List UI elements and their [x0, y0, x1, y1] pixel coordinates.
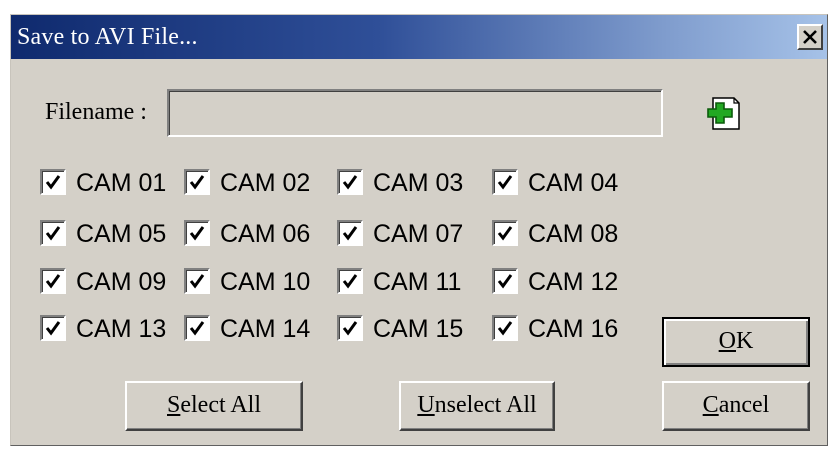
checkmark-icon — [189, 274, 205, 289]
plus-icon — [707, 97, 740, 130]
checkmark-icon — [497, 175, 513, 190]
checkbox[interactable] — [40, 315, 66, 341]
unselect-all-mnemonic: U — [417, 392, 435, 418]
camera-label: CAM 04 — [528, 169, 619, 197]
camera-label: CAM 03 — [373, 169, 464, 197]
camera-label: CAM 07 — [373, 220, 464, 248]
camera-label: CAM 06 — [220, 220, 311, 248]
camera-label: CAM 14 — [220, 315, 311, 343]
checkbox[interactable] — [492, 169, 518, 195]
checkmark-icon — [45, 226, 61, 241]
checkbox[interactable] — [40, 268, 66, 294]
checkbox[interactable] — [184, 169, 210, 195]
checkmark-icon — [189, 321, 205, 336]
camera-label: CAM 08 — [528, 220, 619, 248]
checkbox[interactable] — [492, 268, 518, 294]
checkbox[interactable] — [184, 268, 210, 294]
cancel-mnemonic: C — [702, 392, 719, 418]
checkmark-icon — [45, 321, 61, 336]
camera-label: CAM 15 — [373, 315, 464, 343]
checkmark-icon — [342, 274, 358, 289]
cancel-label: ancel — [718, 392, 770, 418]
checkbox[interactable] — [492, 220, 518, 246]
camera-label: CAM 12 — [528, 268, 619, 296]
checkbox[interactable] — [184, 220, 210, 246]
add-file-button[interactable] — [703, 95, 743, 131]
checkmark-icon — [189, 226, 205, 241]
select-all-mnemonic: S — [167, 392, 181, 418]
filename-input[interactable] — [167, 89, 663, 137]
camera-label: CAM 02 — [220, 169, 311, 197]
checkbox[interactable] — [492, 315, 518, 341]
checkmark-icon — [45, 175, 61, 190]
checkbox[interactable] — [40, 220, 66, 246]
unselect-all-button[interactable]: Unselect All — [399, 381, 555, 431]
checkbox[interactable] — [337, 268, 363, 294]
checkmark-icon — [45, 274, 61, 289]
checkmark-icon — [342, 175, 358, 190]
checkmark-icon — [497, 321, 513, 336]
title-bar[interactable]: Save to AVI File... — [11, 15, 827, 59]
checkbox[interactable] — [337, 315, 363, 341]
select-all-button[interactable]: Select All — [125, 381, 303, 431]
save-avi-dialog: Save to AVI File... Filename : CAM 01 CAM… — [10, 14, 828, 446]
checkbox[interactable] — [40, 169, 66, 195]
cancel-button[interactable]: Cancel — [662, 381, 810, 431]
filename-label: Filename : — [45, 99, 147, 125]
window-title: Save to AVI File... — [17, 24, 198, 50]
camera-label: CAM 13 — [76, 315, 167, 343]
checkmark-icon — [342, 321, 358, 336]
ok-mnemonic: O — [718, 328, 736, 354]
camera-label: CAM 16 — [528, 315, 619, 343]
checkbox[interactable] — [184, 315, 210, 341]
close-icon[interactable] — [797, 24, 823, 50]
checkmark-icon — [189, 175, 205, 190]
unselect-all-label: nselect All — [434, 392, 537, 418]
camera-label: CAM 10 — [220, 268, 311, 296]
checkmark-icon — [342, 226, 358, 241]
camera-label: CAM 05 — [76, 220, 167, 248]
camera-label: CAM 11 — [373, 268, 462, 296]
ok-label: K — [736, 328, 754, 354]
checkbox[interactable] — [337, 169, 363, 195]
checkmark-icon — [497, 226, 513, 241]
camera-label: CAM 01 — [76, 169, 167, 197]
checkmark-icon — [497, 274, 513, 289]
checkbox[interactable] — [337, 220, 363, 246]
select-all-label: elect All — [180, 392, 261, 418]
ok-button[interactable]: OK — [662, 317, 810, 367]
camera-label: CAM 09 — [76, 268, 167, 296]
